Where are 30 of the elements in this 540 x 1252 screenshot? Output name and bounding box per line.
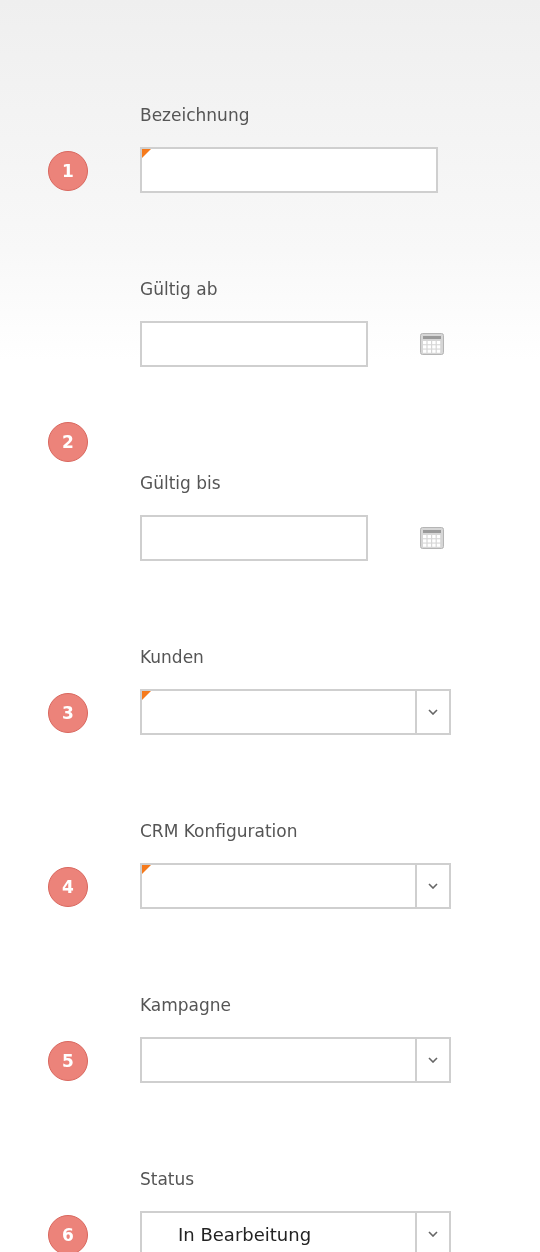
dropdown-button[interactable] xyxy=(416,1211,451,1252)
date-field[interactable] xyxy=(140,321,368,367)
field-label: Gültig bis xyxy=(140,472,221,494)
field-label: Kunden xyxy=(140,646,204,668)
combo-field[interactable] xyxy=(140,689,416,735)
chevron-down-icon xyxy=(428,883,438,889)
field-label: Gültig ab xyxy=(140,278,218,300)
combo-field[interactable] xyxy=(140,1037,416,1083)
chevron-down-icon xyxy=(428,709,438,715)
date-field[interactable] xyxy=(140,515,368,561)
dropdown-button[interactable] xyxy=(416,689,451,735)
number-badge: 2 xyxy=(48,421,88,462)
calendar-icon[interactable] xyxy=(420,527,444,549)
field-label: Bezeichnung xyxy=(140,104,250,126)
field-label: Status xyxy=(140,1168,195,1190)
field-label: Kampagne xyxy=(140,994,232,1016)
number-badge: 1 xyxy=(48,150,88,191)
field-label: CRM Konfiguration xyxy=(140,820,298,842)
chevron-down-icon xyxy=(428,1231,438,1237)
combo-field[interactable] xyxy=(140,863,416,909)
combo-field[interactable]: In Bearbeitung xyxy=(140,1211,416,1252)
number-badge: 5 xyxy=(48,1040,88,1081)
number-badge: 3 xyxy=(48,692,88,733)
dropdown-button[interactable] xyxy=(416,1037,451,1083)
text-field[interactable] xyxy=(140,147,438,193)
number-badge: 4 xyxy=(48,866,88,907)
chevron-down-icon xyxy=(428,1057,438,1063)
calendar-icon[interactable] xyxy=(420,333,444,355)
number-badge: 6 xyxy=(48,1214,88,1252)
dropdown-button[interactable] xyxy=(416,863,451,909)
